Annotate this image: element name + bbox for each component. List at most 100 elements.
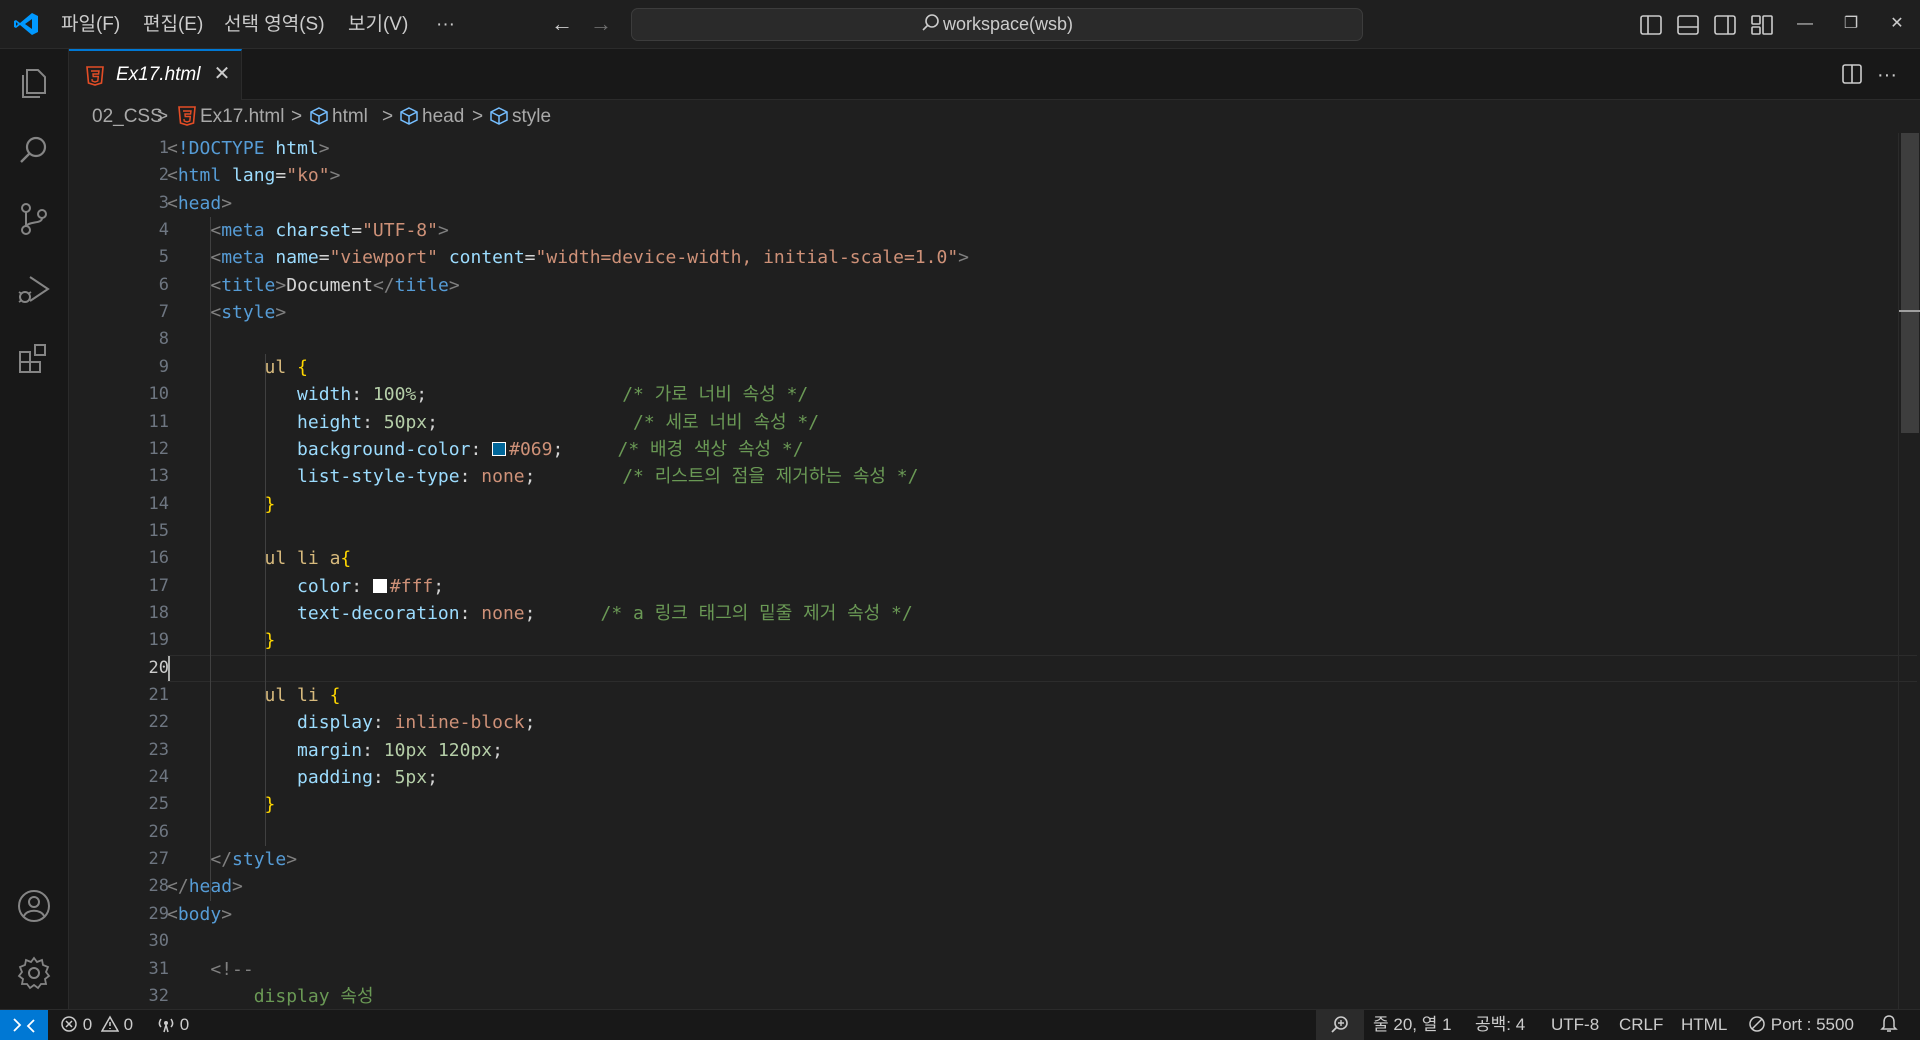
scrollbar-thumb[interactable]: [1901, 133, 1919, 433]
code-editor[interactable]: 1 2 3 4 5 6 7 8 9 10 11 12 13 14 15 16 17 18 19 20 21 22 23 24 2…: [69, 133, 1920, 1009]
vscode-logo-icon: [14, 13, 38, 35]
code-token: <: [210, 247, 222, 269]
menu-view[interactable]: 보기(V): [344, 12, 412, 38]
settings-gear-icon[interactable]: [14, 953, 54, 993]
line-number: 19: [148, 630, 169, 651]
code-token: color: [297, 575, 352, 597]
breadcrumb-folder[interactable]: 02_CSS: [92, 101, 163, 133]
toggle-primary-sidebar-icon[interactable]: [1638, 12, 1664, 38]
code-line: ul li a{: [167, 545, 352, 572]
line-number: 10: [148, 384, 169, 405]
vertical-scrollbar[interactable]: [1898, 133, 1920, 1009]
indent-guide: [264, 353, 266, 847]
code-token: {: [329, 685, 341, 706]
color-swatch[interactable]: [372, 578, 387, 593]
code-token: ;: [427, 767, 438, 789]
line-number: 23: [148, 739, 169, 760]
code-token: "width=device-width, initial-scale=1.0": [535, 247, 959, 269]
live-server-status[interactable]: Port : 5500: [1748, 1010, 1854, 1040]
code-token: </: [167, 876, 189, 898]
code-area[interactable]: <!DOCTYPE html> <html lang="ko"> <head> <m…: [167, 133, 1867, 1009]
source-control-icon[interactable]: [14, 199, 54, 239]
command-center-search[interactable]: workspace(wsb): [631, 8, 1363, 41]
breadcrumb: 02_CSS > Ex17.html > html > head > style: [69, 101, 1920, 133]
error-icon: [61, 1016, 77, 1032]
back-arrow-icon[interactable]: ←: [548, 10, 576, 38]
split-editor-icon[interactable]: [1840, 62, 1864, 86]
code-token: 50px: [383, 411, 428, 433]
line-number: 16: [148, 548, 169, 569]
warning-count: 0: [123, 1015, 134, 1034]
accounts-icon[interactable]: [14, 886, 54, 926]
symbol-element-icon: [400, 107, 418, 125]
ports-indicator[interactable]: 0: [157, 1010, 189, 1040]
code-token: <: [210, 274, 222, 296]
customize-layout-icon[interactable]: [1749, 12, 1775, 38]
end-of-line[interactable]: CRLF: [1619, 1010, 1663, 1040]
breadcrumb-separator: >: [291, 106, 303, 127]
indentation[interactable]: 공백: 4: [1475, 1010, 1525, 1040]
code-token: none: [481, 602, 525, 624]
toggle-panel-icon[interactable]: [1675, 12, 1701, 38]
code-token: ;: [427, 411, 634, 433]
code-line: </head>: [167, 873, 243, 900]
code-token: meta: [221, 247, 276, 269]
code-token: Document: [286, 274, 373, 296]
close-window-button[interactable]: ✕: [1882, 10, 1912, 38]
code-token: =: [524, 247, 536, 269]
code-token: {: [340, 548, 352, 570]
line-number: 27: [148, 849, 169, 870]
menu-edit[interactable]: 편집(E): [139, 12, 207, 38]
notifications-bell-icon[interactable]: [1880, 1010, 1898, 1040]
restore-button[interactable]: ❐: [1836, 10, 1866, 38]
remote-indicator[interactable]: [0, 1010, 48, 1040]
breadcrumb-symbol-style[interactable]: style: [489, 101, 551, 133]
encoding[interactable]: UTF-8: [1551, 1010, 1599, 1040]
code-line: <meta charset="UTF-8">: [167, 217, 448, 244]
search-sidebar-icon[interactable]: [14, 131, 54, 171]
tab-close-icon[interactable]: ✕: [210, 62, 234, 86]
breadcrumb-file[interactable]: Ex17.html: [177, 101, 284, 133]
code-token: /* a 링크 태그의 밑줄 제거 속성 */: [600, 602, 913, 624]
breadcrumb-separator: >: [382, 106, 394, 127]
forward-arrow-icon[interactable]: →: [587, 10, 615, 38]
code-token: name: [275, 247, 319, 269]
explorer-icon[interactable]: [14, 62, 54, 102]
code-token: style: [232, 849, 287, 871]
code-line: ul {: [167, 354, 308, 381]
code-token: :: [459, 602, 482, 624]
problems-indicator[interactable]: 0 0: [60, 1010, 133, 1040]
zoom-indicator[interactable]: [1316, 1010, 1364, 1040]
code-token: "ko": [286, 165, 330, 187]
status-bar: 0 0 0 줄 20, 열 1 공백: 4 UTF-8 CRLF HTML Po…: [0, 1009, 1920, 1040]
code-token: ;: [416, 384, 623, 406]
minimize-button[interactable]: —: [1790, 10, 1820, 38]
tab-ex17-html[interactable]: Ex17.html ✕: [69, 49, 242, 100]
code-token: >: [232, 876, 243, 898]
toggle-secondary-sidebar-icon[interactable]: [1712, 12, 1738, 38]
code-line: <head>: [167, 190, 232, 217]
breadcrumb-symbol-head[interactable]: head: [399, 101, 464, 133]
code-token: >: [318, 138, 330, 159]
code-token: height: [297, 411, 363, 433]
code-token: ;: [524, 602, 601, 624]
color-swatch[interactable]: [492, 441, 507, 456]
menu-selection[interactable]: 선택 영역(S): [220, 12, 329, 38]
breadcrumb-symbol-label: head: [422, 106, 465, 127]
extensions-icon[interactable]: [14, 338, 54, 378]
cursor-position[interactable]: 줄 20, 열 1: [1373, 1010, 1452, 1040]
run-debug-icon[interactable]: [14, 269, 54, 309]
code-line: <!--: [167, 956, 253, 983]
more-actions-icon[interactable]: ···: [1873, 61, 1901, 89]
menu-more[interactable]: ···: [432, 12, 459, 38]
menu-file[interactable]: 파일(F): [57, 12, 124, 38]
language-mode[interactable]: HTML: [1681, 1010, 1727, 1040]
breadcrumb-symbol-html[interactable]: html: [309, 101, 368, 133]
code-token: display 속성: [253, 985, 374, 1007]
